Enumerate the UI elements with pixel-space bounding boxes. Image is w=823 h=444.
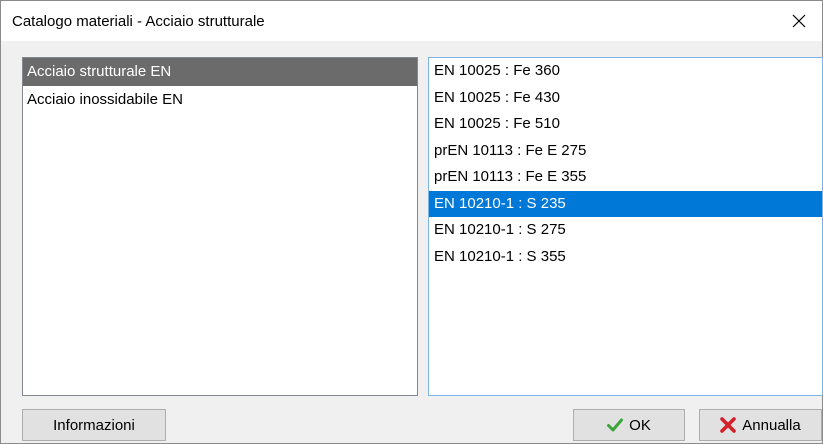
material-item-selected[interactable]: EN 10210-1 : S 235: [429, 190, 822, 217]
ok-button[interactable]: OK: [573, 409, 685, 441]
close-icon: [792, 14, 806, 28]
category-item-structural-steel[interactable]: Acciaio strutturale EN: [23, 58, 417, 86]
ok-button-label: OK: [629, 416, 651, 434]
info-button[interactable]: Informazioni: [22, 409, 166, 441]
material-item[interactable]: EN 10025 : Fe 510: [429, 111, 822, 138]
cancel-button-label: Annualla: [742, 416, 801, 434]
material-list[interactable]: EN 10025 : Fe 360 EN 10025 : Fe 430 EN 1…: [428, 57, 823, 396]
red-x-icon: [720, 417, 737, 433]
cancel-button[interactable]: Annualla: [699, 409, 822, 441]
material-item[interactable]: EN 10210-1 : S 355: [429, 244, 822, 271]
material-item[interactable]: EN 10210-1 : S 275: [429, 217, 822, 244]
info-button-label: Informazioni: [53, 416, 135, 434]
material-catalog-dialog: Catalogo materiali - Acciaio strutturale…: [0, 0, 823, 444]
close-button[interactable]: [776, 1, 822, 41]
material-item[interactable]: prEN 10113 : Fe E 355: [429, 164, 822, 191]
material-item[interactable]: EN 10025 : Fe 360: [429, 58, 822, 85]
category-list[interactable]: Acciaio strutturale EN Acciaio inossidab…: [22, 57, 418, 396]
category-item-stainless-steel[interactable]: Acciaio inossidabile EN: [23, 86, 417, 114]
material-item[interactable]: EN 10025 : Fe 430: [429, 85, 822, 112]
title-bar: Catalogo materiali - Acciaio strutturale: [1, 1, 822, 41]
checkmark-icon: [607, 418, 624, 432]
window-title: Catalogo materiali - Acciaio strutturale: [12, 13, 265, 30]
material-item[interactable]: prEN 10113 : Fe E 275: [429, 138, 822, 165]
